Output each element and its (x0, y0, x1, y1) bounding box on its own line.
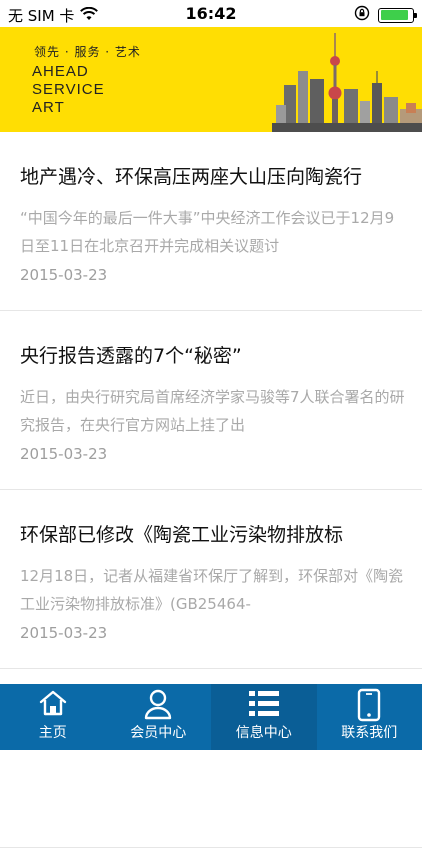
battery-icon (378, 8, 414, 23)
news-date: 2015-03-23 (20, 445, 107, 463)
battery-cap (414, 13, 417, 18)
tab-member-center[interactable]: 会员中心 (106, 684, 212, 750)
user-icon (142, 688, 174, 724)
tab-info-center[interactable]: 信息中心 (211, 684, 317, 750)
news-title: 央行报告透露的7个“秘密” (20, 341, 410, 368)
rotation-lock-icon (354, 5, 370, 25)
news-summary: “中国今年的最后一件大事”中央经济工作会议已于12月9日至11日在北京召开并完成… (20, 204, 408, 260)
news-title: 环保部已修改《陶瓷工业污染物排放标 (20, 520, 410, 547)
status-right (354, 5, 414, 25)
news-date: 2015-03-23 (20, 266, 107, 284)
banner-line-service: SERVICE (32, 81, 105, 98)
tab-label: 会员中心 (106, 722, 212, 742)
tab-contact-us[interactable]: 联系我们 (317, 684, 422, 750)
home-icon (37, 688, 69, 722)
news-title: 地产遇冷、环保高压两座大山压向陶瓷行 (20, 162, 410, 189)
news-item[interactable]: 央行报告透露的7个“秘密” 近日，由央行研究局首席经济学家马骏等7人联合署名的研究… (0, 311, 422, 490)
news-summary: 12月18日，记者从福建省环保厅了解到，环保部对《陶瓷工业污染物排放标准》(GB… (20, 562, 408, 618)
battery-fill (381, 10, 409, 20)
phone-icon (357, 688, 381, 726)
tab-label: 信息中心 (211, 722, 317, 742)
banner-line-ahead: AHEAD (32, 63, 89, 80)
news-summary: 近日，由央行研究局首席经济学家马骏等7人联合署名的研究报告，在央行官方网站上挂了… (20, 383, 408, 439)
tab-label: 联系我们 (317, 722, 422, 742)
tab-bar: 主页 会员中心 信息中心 (0, 684, 422, 750)
tab-label: 主页 (0, 722, 106, 742)
news-date: 2015-03-23 (20, 624, 107, 642)
banner-line-art: ART (32, 99, 65, 116)
status-bar: 无 SIM 卡 16:42 (0, 0, 422, 27)
tab-home[interactable]: 主页 (0, 684, 106, 750)
banner-tagline: 领先 · 服务 · 艺术 (34, 43, 141, 60)
news-item[interactable]: 地产遇冷、环保高压两座大山压向陶瓷行 “中国今年的最后一件大事”中央经济工作会议已… (0, 132, 422, 311)
list-icon (247, 688, 281, 724)
city-skyline-illustration (272, 27, 422, 132)
header-banner: 领先 · 服务 · 艺术 AHEAD SERVICE ART (0, 27, 422, 132)
news-item[interactable]: 环保部已修改《陶瓷工业污染物排放标 12月18日，记者从福建省环保厅了解到，环保部… (0, 490, 422, 669)
